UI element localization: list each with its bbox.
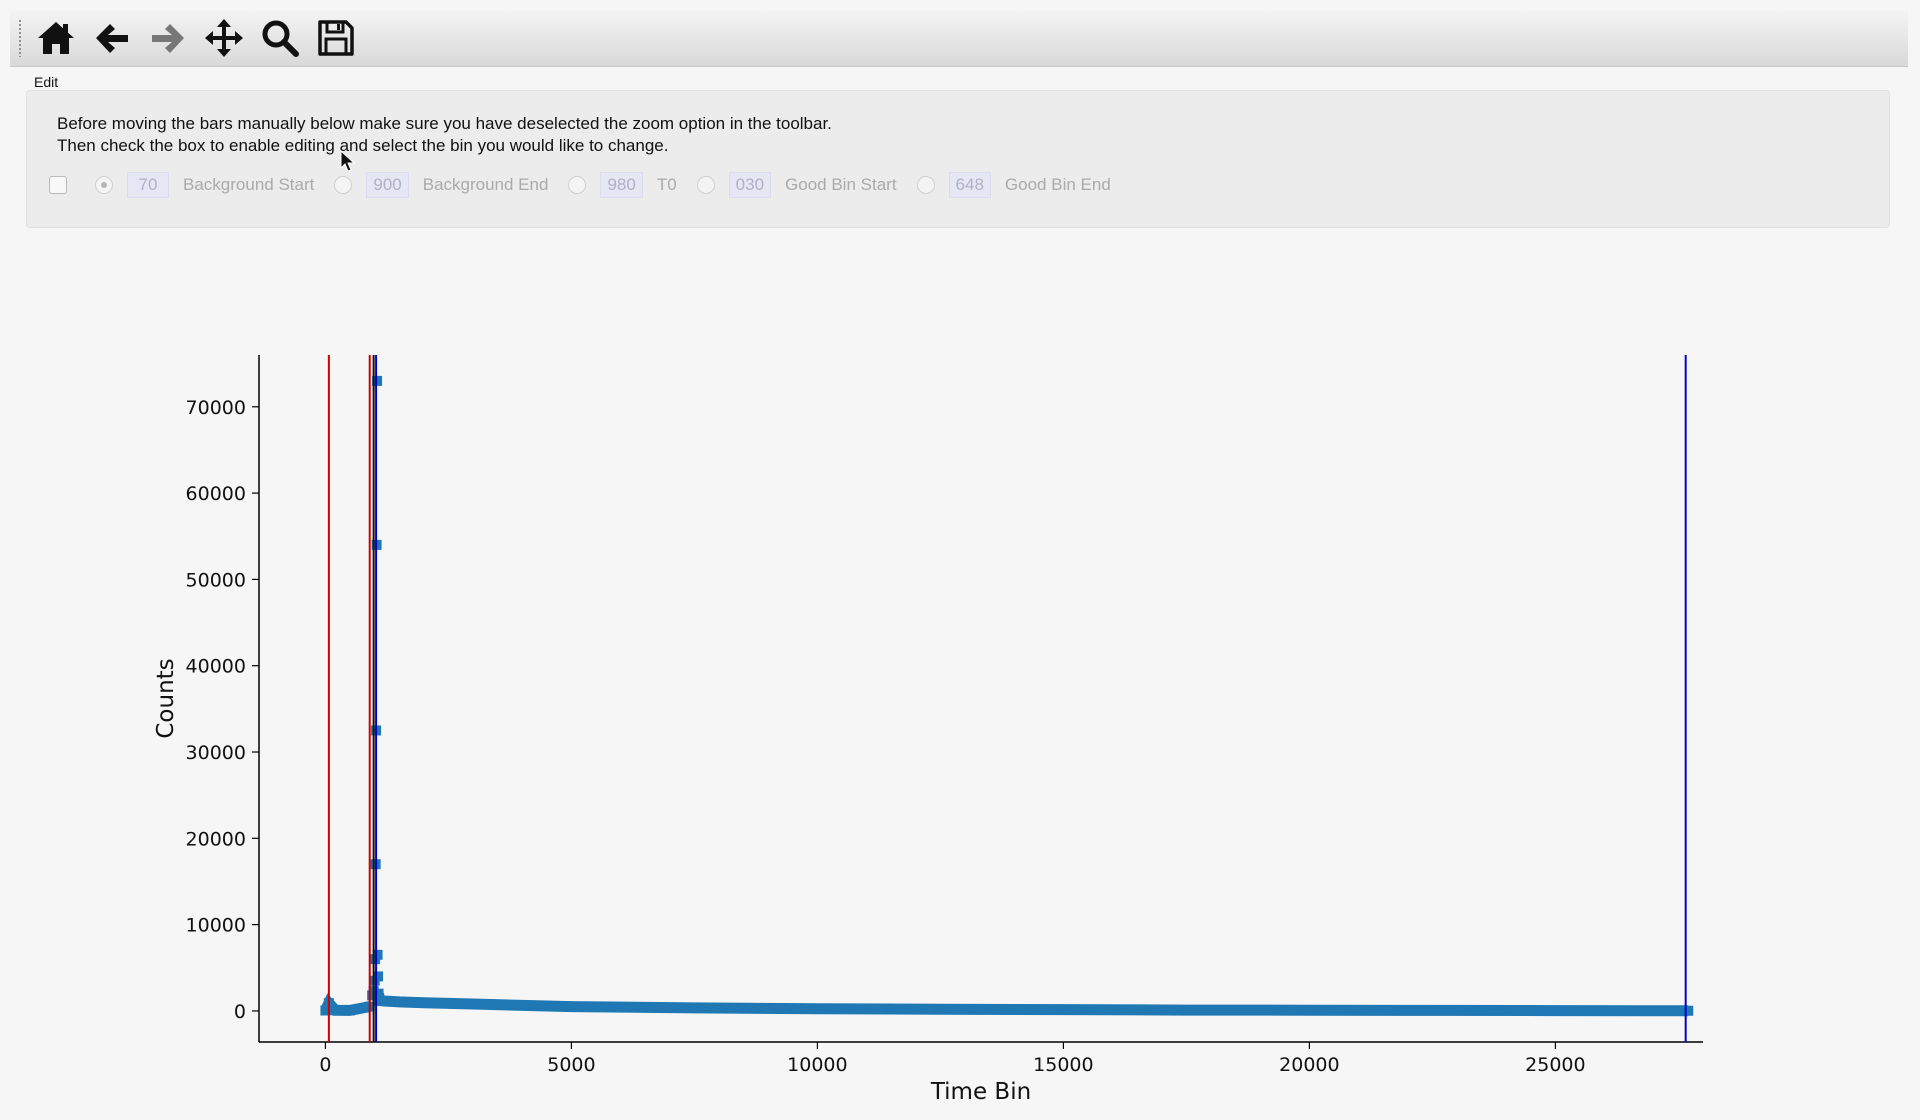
x-tick-label: 25000 bbox=[1525, 1054, 1585, 1076]
data-point bbox=[566, 1001, 577, 1012]
data-point bbox=[345, 1005, 356, 1016]
data-point bbox=[935, 1004, 946, 1015]
data-point bbox=[1550, 1005, 1561, 1016]
data-point bbox=[468, 999, 479, 1010]
data-point bbox=[394, 996, 405, 1007]
data-point bbox=[689, 1002, 700, 1013]
x-tick-label: 20000 bbox=[1279, 1054, 1339, 1076]
y-tick-label: 70000 bbox=[186, 397, 246, 419]
data-point bbox=[1304, 1005, 1315, 1016]
x-tick-label: 0 bbox=[319, 1054, 331, 1076]
data-point bbox=[1058, 1004, 1069, 1015]
y-tick-label: 60000 bbox=[186, 483, 246, 505]
data-point bbox=[330, 1005, 341, 1016]
x-axis-label: Time Bin bbox=[930, 1079, 1031, 1105]
y-tick-label: 0 bbox=[234, 1001, 246, 1023]
data-point bbox=[1427, 1005, 1438, 1016]
x-tick-label: 5000 bbox=[547, 1054, 595, 1076]
data-point bbox=[812, 1003, 823, 1014]
data-point bbox=[379, 996, 390, 1007]
y-axis-label: Counts bbox=[153, 658, 179, 738]
x-tick-label: 15000 bbox=[1033, 1054, 1093, 1076]
x-tick-label: 10000 bbox=[787, 1054, 847, 1076]
data-point bbox=[418, 997, 429, 1008]
y-tick-label: 50000 bbox=[186, 569, 246, 591]
y-tick-label: 10000 bbox=[186, 915, 246, 937]
data-point bbox=[1181, 1005, 1192, 1016]
y-tick-label: 20000 bbox=[186, 828, 246, 850]
counts-chart[interactable]: 0 5000 10000 15000 20000 25000 0 10000 20000 3000… bbox=[0, 0, 1920, 1120]
y-tick-label: 30000 bbox=[186, 742, 246, 764]
y-tick-label: 40000 bbox=[186, 656, 246, 678]
